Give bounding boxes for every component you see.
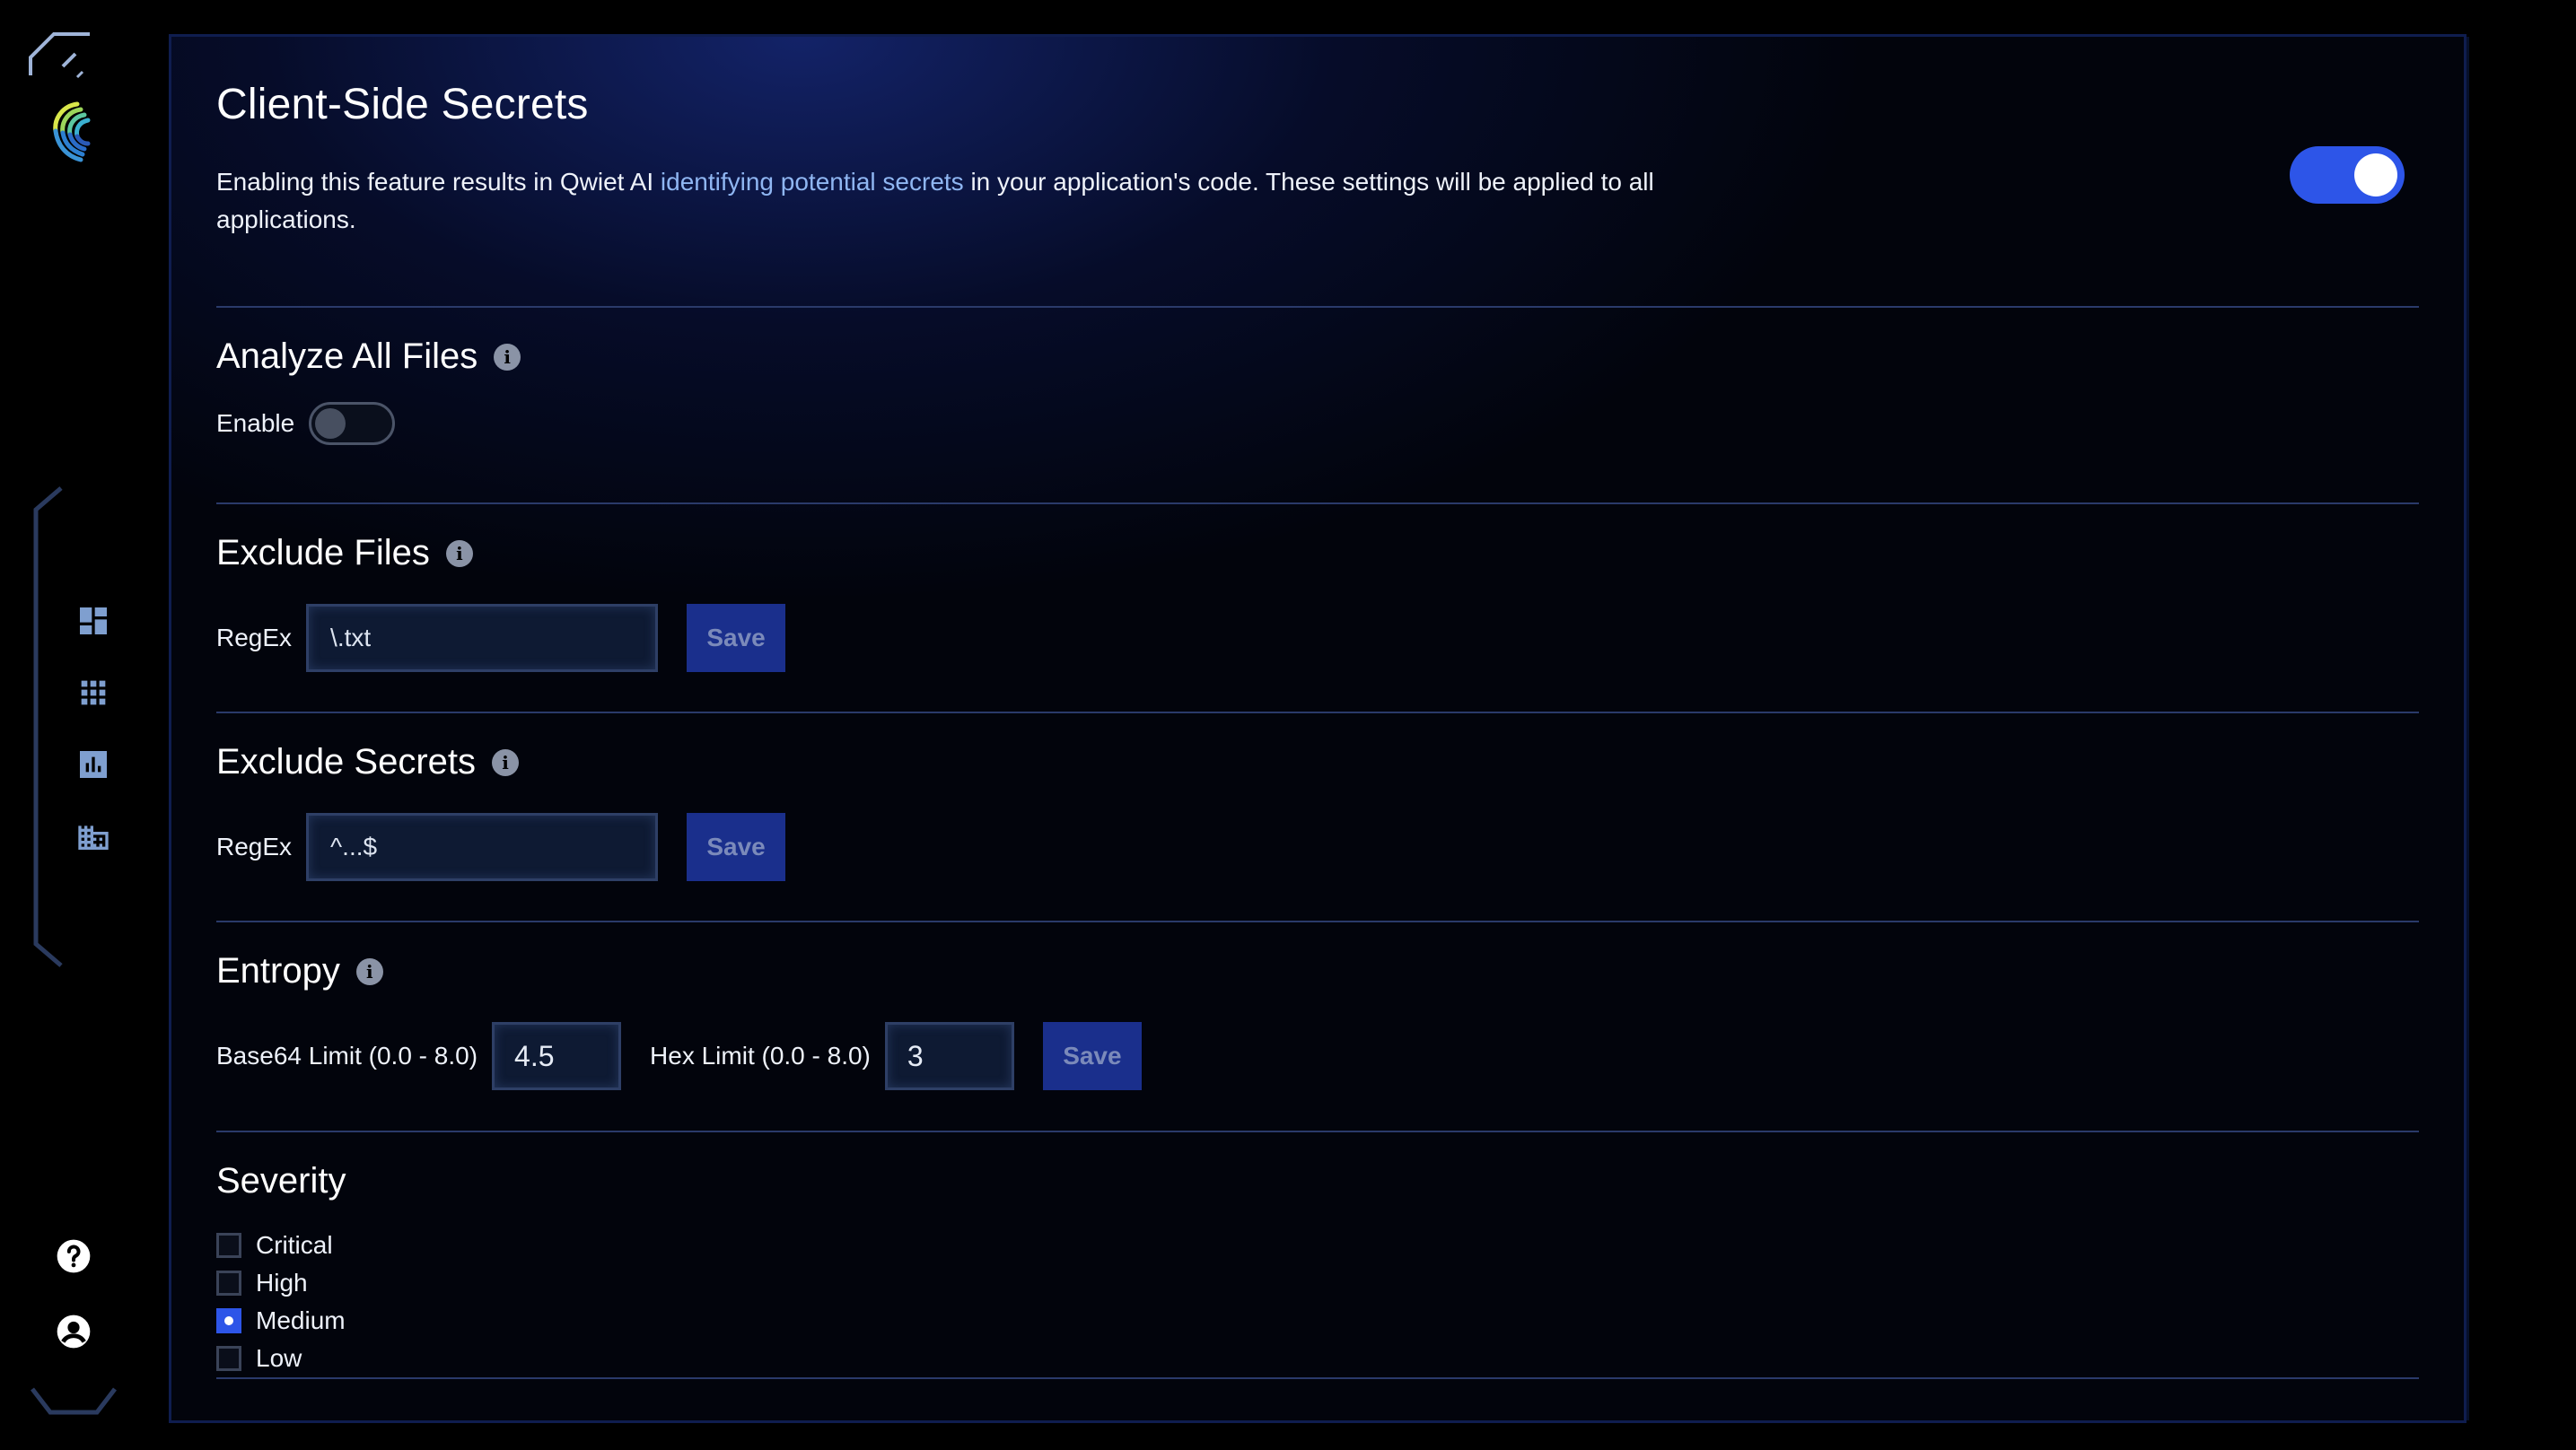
regex-label: RegEx bbox=[216, 624, 293, 651]
sidebar bbox=[0, 0, 162, 1450]
client-side-secrets-section: Client-Side Secrets Enabling this featur… bbox=[216, 37, 2419, 308]
base64-limit-input[interactable] bbox=[492, 1022, 622, 1090]
chart-icon[interactable] bbox=[74, 745, 113, 784]
account-icon[interactable] bbox=[54, 1312, 93, 1351]
analyze-all-files-toggle[interactable] bbox=[309, 402, 396, 445]
regex-row: RegEx Save bbox=[216, 813, 2419, 881]
option-label: Critical bbox=[256, 1231, 333, 1259]
info-icon[interactable]: i bbox=[492, 748, 520, 776]
analyze-all-files-title: Analyze All Files bbox=[216, 336, 478, 376]
exclude-secrets-save-button[interactable]: Save bbox=[687, 813, 786, 881]
entropy-title: Entropy bbox=[216, 951, 340, 991]
exclude-files-title: Exclude Files bbox=[216, 533, 430, 572]
entropy-save-button[interactable]: Save bbox=[1042, 1022, 1142, 1090]
toggle-knob bbox=[315, 408, 346, 439]
entropy-section: Entropy i Base64 Limit (0.0 - 8.0) Hex Li… bbox=[216, 922, 2419, 1132]
option-label: Low bbox=[256, 1344, 302, 1372]
description-text: Enabling this feature results in Qwiet A… bbox=[216, 168, 661, 196]
checkbox[interactable] bbox=[216, 1308, 241, 1333]
exclude-secrets-title: Exclude Secrets bbox=[216, 742, 477, 782]
corner-bracket-icon bbox=[27, 31, 92, 95]
checkbox[interactable] bbox=[216, 1346, 241, 1371]
enable-label: Enable bbox=[216, 409, 295, 437]
regex-label: RegEx bbox=[216, 833, 293, 860]
client-side-secrets-toggle[interactable] bbox=[2290, 146, 2405, 204]
toggle-knob bbox=[2354, 153, 2397, 197]
entropy-row: Base64 Limit (0.0 - 8.0) Hex Limit (0.0 … bbox=[216, 1022, 2419, 1090]
section-title: Analyze All Files i bbox=[216, 336, 2419, 377]
severity-title: Severity bbox=[216, 1161, 346, 1201]
apps-grid-icon[interactable] bbox=[74, 673, 113, 712]
exclude-files-section: Exclude Files i RegEx Save bbox=[216, 504, 2419, 713]
severity-option-critical[interactable]: Critical bbox=[216, 1227, 2419, 1264]
base64-limit-label: Base64 Limit (0.0 - 8.0) bbox=[216, 1042, 478, 1070]
severity-option-medium[interactable]: Medium bbox=[216, 1302, 2419, 1340]
feature-description: Enabling this feature results in Qwiet A… bbox=[216, 163, 1796, 239]
checkbox[interactable] bbox=[216, 1271, 241, 1296]
severity-section: Severity Critical High Medium Low bbox=[216, 1132, 2419, 1379]
info-icon[interactable]: i bbox=[445, 539, 473, 567]
dashboard-icon[interactable] bbox=[74, 601, 113, 641]
option-label: High bbox=[256, 1269, 308, 1297]
settings-panel: Client-Side Secrets Enabling this featur… bbox=[169, 34, 2469, 1423]
section-title: Exclude Files i bbox=[216, 533, 2419, 573]
regex-row: RegEx Save bbox=[216, 604, 2419, 672]
exclude-files-regex-input[interactable] bbox=[306, 604, 659, 672]
sidebar-rail-bracket bbox=[31, 485, 66, 969]
identifying-secrets-link[interactable]: identifying potential secrets bbox=[661, 168, 964, 196]
exclude-files-save-button[interactable]: Save bbox=[687, 604, 786, 672]
help-icon[interactable] bbox=[54, 1236, 93, 1276]
severity-option-high[interactable]: High bbox=[216, 1264, 2419, 1302]
info-icon[interactable]: i bbox=[355, 957, 383, 985]
enable-row: Enable bbox=[216, 402, 2419, 445]
checkbox[interactable] bbox=[216, 1233, 241, 1258]
exclude-secrets-regex-input[interactable] bbox=[306, 813, 659, 881]
panel-edge bbox=[2466, 37, 2469, 1420]
exclude-secrets-section: Exclude Secrets i RegEx Save bbox=[216, 713, 2419, 922]
section-title: Exclude Secrets i bbox=[216, 742, 2419, 782]
option-label: Medium bbox=[256, 1306, 346, 1334]
page-title: Client-Side Secrets bbox=[216, 81, 589, 128]
sidebar-bottom-bracket bbox=[31, 1385, 117, 1421]
qwiet-logo-icon[interactable] bbox=[47, 97, 102, 163]
hex-limit-label: Hex Limit (0.0 - 8.0) bbox=[650, 1042, 871, 1070]
section-title: Entropy i bbox=[216, 951, 2419, 991]
hex-limit-input[interactable] bbox=[884, 1022, 1014, 1090]
info-icon[interactable]: i bbox=[494, 343, 521, 371]
severity-options: Critical High Medium Low bbox=[216, 1227, 2419, 1377]
organization-icon[interactable] bbox=[74, 817, 113, 856]
analyze-all-files-section: Analyze All Files i Enable bbox=[216, 308, 2419, 504]
severity-option-low[interactable]: Low bbox=[216, 1340, 2419, 1377]
